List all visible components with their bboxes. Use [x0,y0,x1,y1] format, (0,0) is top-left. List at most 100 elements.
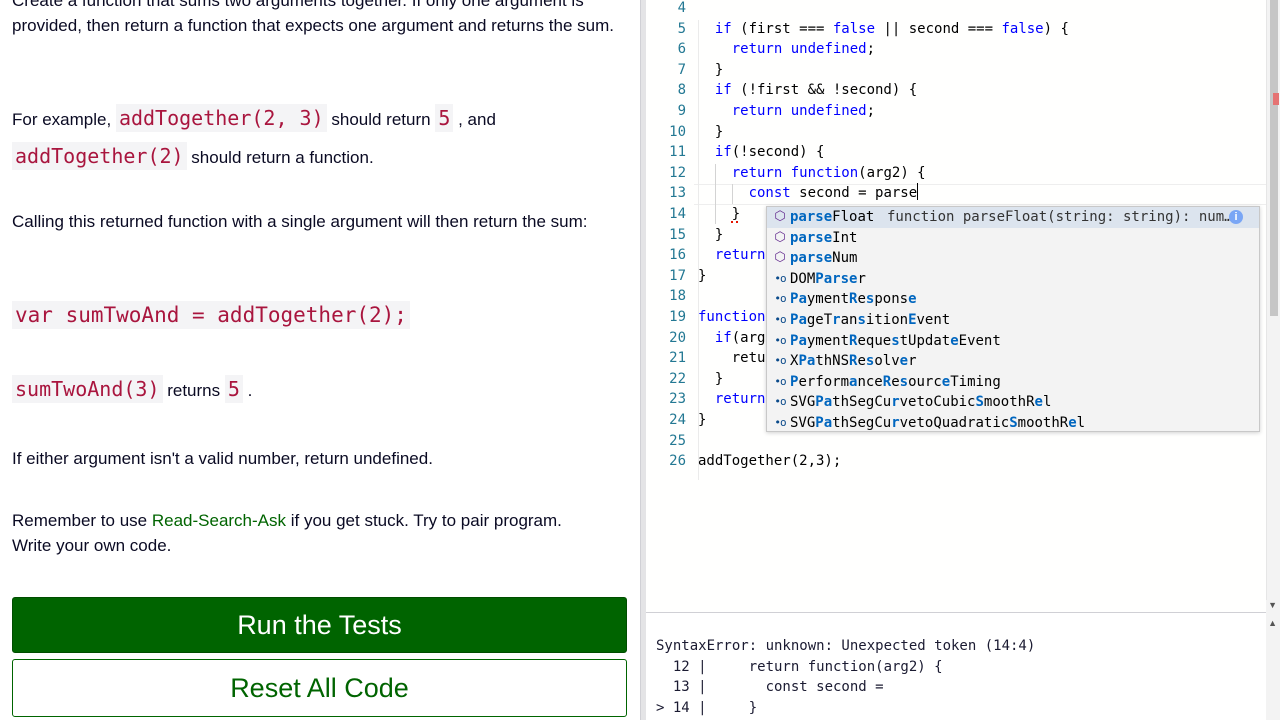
instructions-pane: Create a function that sums two argument… [0,0,640,720]
code-line[interactable]: } [698,266,706,286]
editor-scrollbar-thumb[interactable] [1270,0,1278,316]
code-line[interactable]: } [698,225,723,245]
autocomplete-widget[interactable]: ⬡ parseFloat function parseFloat(string:… [766,206,1260,432]
line-number: 13 [669,185,686,202]
console-line: 13 | const second = [656,679,884,695]
active-code-line[interactable]: const second = parse [698,183,919,203]
console-scrollbar[interactable]: ▼ ▲ [1266,600,1280,720]
suggestion-item[interactable]: •o SVGPathSegCurvetoQuadraticSmoothRel [767,413,1259,431]
error-squiggle [731,220,738,223]
suggestion-item[interactable]: •o DOMParser [767,269,1259,290]
suggestion-item[interactable]: ⬡ parseFloat function parseFloat(string:… [767,207,1259,228]
line-number: 15 [669,226,686,243]
console-resize-handle[interactable] [646,612,1280,636]
line-number: 6 [677,41,686,58]
line-number: 5 [677,20,686,37]
suggestion-item[interactable]: ⬡ parseNum [767,248,1259,269]
example-text-after: , and [453,110,496,129]
code-line[interactable]: } [698,60,723,80]
code-line[interactable]: if(!second) { [698,142,825,162]
text-cursor [917,183,919,201]
example-text-mid: should return [326,110,436,129]
line-number: 8 [677,82,686,99]
read-search-ask-link[interactable]: Read-Search-Ask [152,511,286,530]
line-number: 16 [669,247,686,264]
line-number: 12 [669,164,686,181]
code-line[interactable]: } [698,122,723,142]
line-number: 10 [669,123,686,140]
scroll-up-arrow-icon[interactable]: ▲ [1268,618,1277,628]
method-icon: ⬡ [774,250,786,266]
returned-function-paragraph: Calling this returned function with a si… [12,212,588,231]
example-text-suffix: should return a function. [186,148,374,167]
class-icon: •o [774,395,786,409]
suggestion-label: PaymentRequestUpdateEvent [790,332,1001,349]
undefined-paragraph: If either argument isn't a valid number,… [12,449,433,468]
period-text: . [242,381,253,400]
editor-scrollbar[interactable] [1266,0,1280,612]
suggestion-item[interactable]: •o PaymentRequestUpdateEvent [767,331,1259,352]
suggestion-label: parseInt [790,229,858,246]
suggestion-label: parseFloat [790,209,875,225]
suggestion-item[interactable]: ⬡ parseInt [767,228,1259,249]
console-line: 12 | return function(arg2) { [656,658,943,675]
returns-text: returns [162,381,225,400]
code-line[interactable]: retu [698,348,766,368]
example-text-prefix: For example, [12,110,116,129]
code-line[interactable]: addTogether(2,3); [698,451,841,471]
inline-code-addtogether-2: addTogether(2) [12,142,187,170]
suggestion-label: PageTransitionEvent [790,312,951,328]
class-icon: •o [774,354,786,368]
line-number: 21 [669,350,686,367]
code-line[interactable]: return [698,389,766,409]
line-number: 9 [677,103,686,119]
class-icon: •o [774,292,786,306]
code-line[interactable]: return undefined; [698,101,875,121]
suggestion-detail: function parseFloat(string: string): num… [887,209,1233,225]
code-line[interactable]: } [698,369,723,389]
class-icon: •o [774,374,786,388]
code-line[interactable]: const second = parse [698,185,918,201]
inline-code-sumtwoand-3: sumTwoAnd(3) [12,375,163,403]
line-number: 26 [669,453,686,470]
code-line[interactable]: return [698,245,766,265]
suggestion-label: PaymentResponse [790,291,917,308]
code-line[interactable]: if (first === false || second === false)… [698,19,1069,39]
line-number: 23 [669,391,686,408]
suggestion-item[interactable]: •o XPathNSResolver [767,351,1259,372]
suggestion-item[interactable]: •o SVGPathSegCurvetoCubicSmoothRel [767,392,1259,413]
suggestion-label: XPathNSResolver [790,353,917,370]
example-paragraph: For example, addTogether(2, 3) should re… [12,100,626,176]
scroll-down-arrow-icon[interactable]: ▼ [1268,600,1277,610]
description-paragraph: Create a function that sums two argument… [12,0,614,35]
suggestion-item[interactable]: •o PageTransitionEvent [767,310,1259,331]
console-line: > 14 | } [656,699,758,716]
suggestion-item[interactable]: •o PaymentResponse [767,289,1259,310]
code-line[interactable]: if (!first && !second) { [698,80,917,100]
line-number: 18 [669,288,686,305]
info-icon[interactable]: i [1229,210,1243,224]
code-line[interactable]: if(arg [698,328,766,348]
line-number: 7 [677,61,686,78]
stuck-text: if you get stuck. Try to pair program. [286,511,562,530]
suggestion-item[interactable]: •o PerformanceResourceTiming [767,372,1259,393]
code-line[interactable]: return function(arg2) { [698,163,926,183]
line-number: 24 [669,412,686,428]
suggestion-label: parseNum [790,250,858,267]
class-icon: •o [774,313,786,326]
line-number: 25 [669,432,686,449]
line-number: 14 [669,206,686,222]
code-line[interactable]: function [698,307,765,327]
method-icon: ⬡ [774,209,786,224]
example-code: var sumTwoAnd = addTogether(2); [12,301,410,329]
error-marker [1273,93,1279,105]
reset-code-button[interactable]: Reset All Code [12,659,627,717]
run-tests-button[interactable]: Run the Tests [12,597,627,653]
inline-code-5: 5 [435,104,454,132]
method-icon: ⬡ [774,229,786,245]
inline-code-5-result: 5 [224,375,243,403]
suggestion-label: SVGPathSegCurvetoQuadraticSmoothRel [790,415,1086,431]
code-line[interactable]: return undefined; [698,39,875,59]
code-line[interactable]: } [698,410,706,430]
output-console: SyntaxError: unknown: Unexpected token (… [646,636,1266,720]
